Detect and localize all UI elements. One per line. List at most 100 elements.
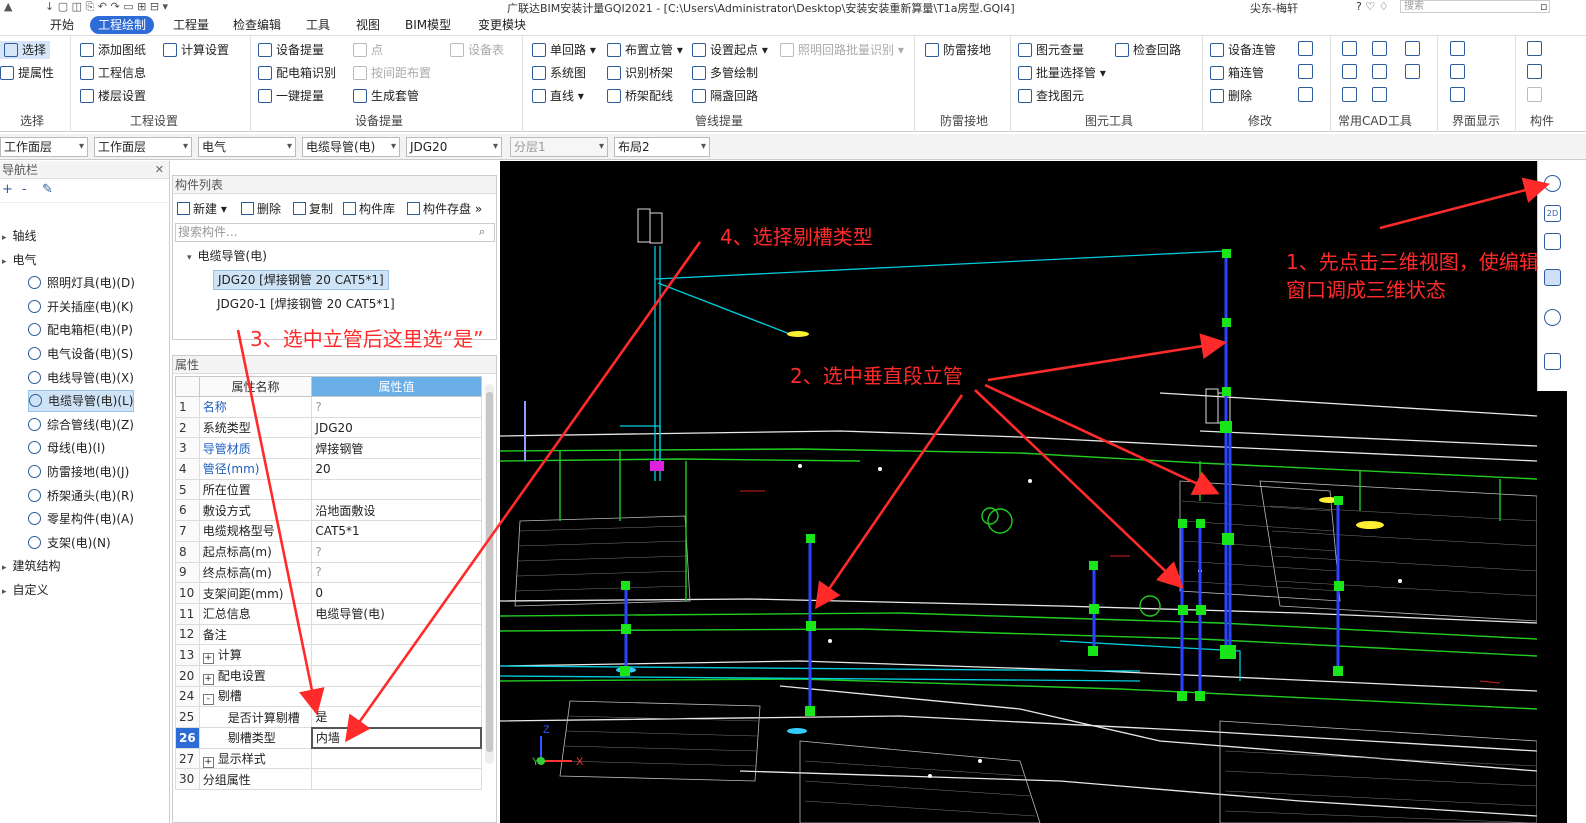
- property-value[interactable]: [311, 478, 482, 501]
- check-circuit-button[interactable]: 检查回路: [1115, 41, 1181, 59]
- select-button[interactable]: 选择: [0, 41, 51, 59]
- property-value[interactable]: [311, 623, 482, 646]
- property-value[interactable]: JDG20: [311, 416, 482, 439]
- copy-icon[interactable]: [1405, 41, 1420, 56]
- property-value[interactable]: [311, 644, 482, 666]
- floor-settings-button[interactable]: 楼层设置: [80, 87, 146, 105]
- caret-icon[interactable]: ▸: [2, 587, 7, 597]
- menu-change[interactable]: 变更模块: [470, 16, 534, 34]
- set-start-button[interactable]: 设置起点 ▾: [692, 41, 768, 59]
- element-qty-button[interactable]: 图元查量: [1018, 41, 1084, 59]
- nav-item[interactable]: 零星构件(电)(A): [28, 508, 134, 530]
- device-extract-button[interactable]: 设备提量: [258, 41, 324, 59]
- property-row[interactable]: 24- 剔槽: [175, 685, 482, 708]
- property-row[interactable]: 4 管径(mm) 20: [175, 458, 482, 480]
- component-search-input[interactable]: 搜索构件...: [175, 223, 495, 242]
- calc-settings-button[interactable]: 计算设置: [163, 41, 229, 59]
- property-row[interactable]: 5 所在位置: [175, 478, 482, 501]
- mirror-icon[interactable]: [1298, 87, 1313, 102]
- property-value[interactable]: ?: [311, 540, 482, 563]
- caret-icon[interactable]: ▸: [2, 233, 7, 243]
- property-row[interactable]: 8 起点标高(m)?: [175, 540, 482, 563]
- find-element-button[interactable]: 查找图元: [1018, 87, 1084, 105]
- device-table-button[interactable]: 设备表: [450, 41, 504, 59]
- nav-item[interactable]: ▸ 电气: [2, 249, 37, 271]
- move-icon[interactable]: [1405, 64, 1420, 79]
- component-item[interactable]: JDG20-1 [焊接钢管 20 CAT5*1]: [217, 294, 395, 314]
- spacing-layout-button[interactable]: 按间距布置: [353, 64, 431, 82]
- orbit-icon[interactable]: [1544, 309, 1561, 326]
- nav-item[interactable]: 电线导管(电)(X): [28, 367, 134, 389]
- batch-select-button[interactable]: 批量选择管 ▾: [1018, 64, 1106, 82]
- close-icon[interactable]: ✕: [155, 161, 164, 179]
- property-row[interactable]: 10 支架间距(mm) 0: [175, 582, 482, 604]
- menu-start[interactable]: 开始: [42, 16, 82, 34]
- list-icon[interactable]: [1544, 353, 1561, 370]
- batch-lighting-button[interactable]: 照明回路批量识别 ▾: [780, 41, 904, 59]
- delete-comp-button[interactable]: 删除: [241, 200, 281, 217]
- caret-icon[interactable]: ▸: [2, 257, 7, 267]
- property-row[interactable]: 12 备注: [175, 623, 482, 646]
- caret-icon[interactable]: ▸: [2, 563, 7, 573]
- cube-solid-icon[interactable]: [1544, 269, 1561, 286]
- layer-select[interactable]: 工作面层: [0, 137, 88, 157]
- trash-icon[interactable]: [1372, 87, 1387, 102]
- property-value[interactable]: 20: [311, 458, 482, 480]
- property-row[interactable]: 20 + 配电设置: [175, 664, 482, 687]
- property-value[interactable]: [311, 768, 482, 791]
- property-value[interactable]: 是: [311, 706, 482, 728]
- menu-bim[interactable]: BIM模型: [397, 16, 459, 34]
- collapse-icon[interactable]: -: [202, 694, 214, 706]
- menu-view[interactable]: 视图: [348, 16, 388, 34]
- display-icon[interactable]: [1450, 41, 1465, 56]
- property-row[interactable]: 26 剔槽类型 内墙: [175, 726, 483, 750]
- skip-circuit-button[interactable]: 隔盏回路: [692, 87, 758, 105]
- lightning-button[interactable]: 防雷接地: [925, 41, 991, 59]
- nav-item[interactable]: 桥架通头(电)(R): [28, 485, 134, 507]
- global-search-input[interactable]: 搜索: [1400, 0, 1550, 13]
- comp-library-button[interactable]: 构件库: [343, 200, 395, 217]
- property-value[interactable]: 0: [311, 582, 482, 604]
- multi-pipe-button[interactable]: 多管绘制: [692, 64, 758, 82]
- panel-recognize-button[interactable]: 配电箱识别: [258, 64, 336, 82]
- property-row[interactable]: 13 + 计算: [175, 644, 482, 666]
- scroll-thumb[interactable]: [486, 392, 493, 752]
- layer-icon[interactable]: [1372, 64, 1387, 79]
- nav-item[interactable]: ▸ 建筑结构: [2, 555, 61, 577]
- display-icon[interactable]: [1450, 64, 1465, 79]
- search-icon[interactable]: ⌕: [479, 225, 485, 239]
- restore-icon[interactable]: ▫: [1540, 0, 1547, 13]
- property-value[interactable]: 焊接钢管: [311, 437, 482, 460]
- property-row[interactable]: 9 终点标高(m)?: [175, 561, 482, 584]
- property-row[interactable]: 25 是否计算剔槽是: [175, 706, 482, 728]
- props-scrollbar[interactable]: [485, 384, 494, 764]
- nav-item[interactable]: 照明灯具(电)(D): [28, 272, 135, 294]
- work-layer-select[interactable]: 工作面层: [94, 137, 192, 157]
- qa-toolbar[interactable]: ↓ ▢ ◫ ⎘ ↶ ↷ ▭ ⊞ ⊟ ▾: [45, 0, 168, 14]
- rotate-icon[interactable]: [1372, 41, 1387, 56]
- nav-item[interactable]: 配电箱柜(电)(P): [28, 319, 133, 341]
- collapse-icon[interactable]: -: [22, 182, 27, 197]
- 3d-view-icon[interactable]: [1544, 175, 1561, 192]
- recognize-tray-button[interactable]: 识别桥架: [607, 64, 673, 82]
- menu-quantity[interactable]: 工程量: [165, 16, 217, 34]
- copy-comp-button[interactable]: 复制: [293, 200, 333, 217]
- device-connect-button[interactable]: 设备连管: [1210, 41, 1276, 59]
- nav-item[interactable]: 综合管线(电)(Z): [28, 414, 134, 436]
- cad-tool-icon[interactable]: [1342, 64, 1357, 79]
- user-name[interactable]: 尖东-梅轩: [1250, 0, 1298, 14]
- single-circuit-button[interactable]: 单回路 ▾: [532, 41, 596, 59]
- property-value[interactable]: [311, 664, 482, 687]
- tree-group[interactable]: ▾ 电缆导管(电): [187, 246, 267, 266]
- property-row[interactable]: 3 导管材质 焊接钢管: [175, 437, 482, 460]
- point-button[interactable]: 点: [353, 41, 383, 59]
- type-select[interactable]: 电缆导管(电): [302, 137, 400, 157]
- 2d-view-icon[interactable]: 2D: [1544, 205, 1561, 222]
- property-value[interactable]: 沿地面敷设: [311, 499, 482, 522]
- cad-tool-icon[interactable]: [1342, 41, 1357, 56]
- expand-icon[interactable]: +: [2, 182, 13, 197]
- line-button[interactable]: 直线 ▾: [532, 87, 584, 105]
- comp-save-button[interactable]: 构件存盘 »: [407, 200, 482, 217]
- nav-item[interactable]: 开关插座(电)(K): [28, 296, 134, 318]
- component-select[interactable]: JDG20: [406, 137, 502, 157]
